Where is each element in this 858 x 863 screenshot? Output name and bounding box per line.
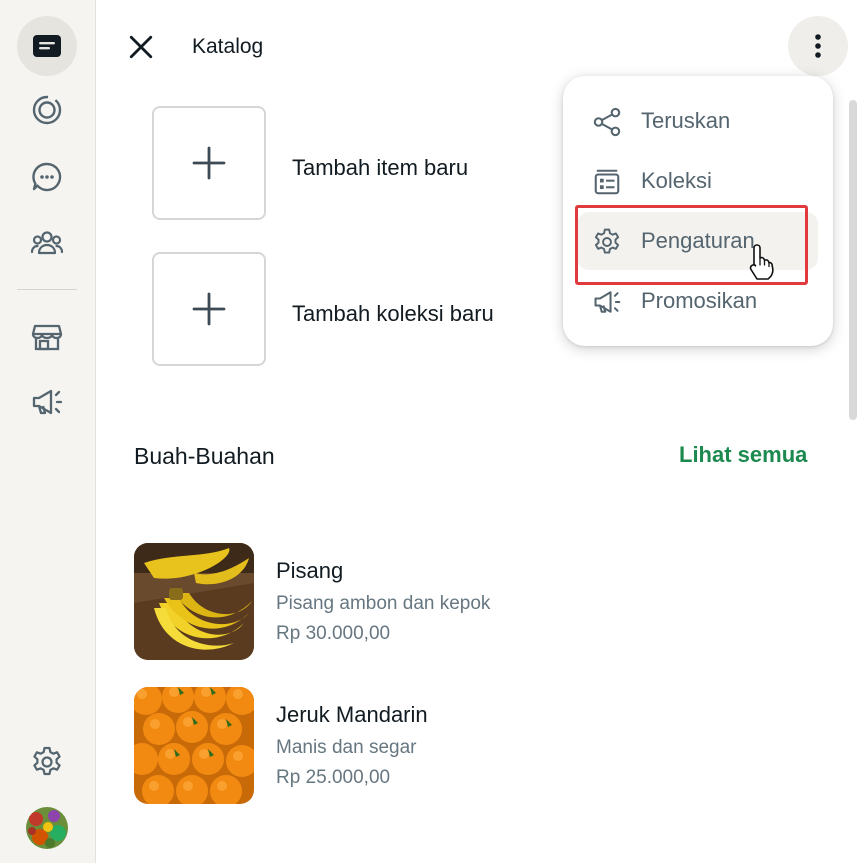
status-icon [32, 95, 62, 125]
chats-button[interactable] [17, 16, 77, 76]
see-all-link[interactable]: Lihat semua [679, 442, 807, 468]
more-options-button[interactable] [788, 16, 848, 76]
add-item-label[interactable]: Tambah item baru [292, 155, 468, 181]
status-button[interactable] [17, 80, 77, 140]
product-description: Manis dan segar [276, 737, 417, 758]
store-button[interactable] [17, 307, 77, 367]
product-name[interactable]: Pisang [276, 558, 343, 584]
close-button[interactable] [124, 30, 158, 64]
chats-icon [33, 35, 61, 57]
collection-title: Buah-Buahan [134, 443, 275, 469]
banana-image [134, 543, 254, 660]
channels-icon [32, 162, 62, 192]
add-item-button[interactable] [152, 106, 266, 220]
settings-icon [33, 746, 61, 776]
page-title: Katalog [192, 35, 264, 58]
scrollbar-thumb[interactable] [849, 100, 857, 420]
product-description: Pisang ambon dan kepok [276, 593, 491, 614]
product-image-banana[interactable] [134, 543, 254, 660]
store-icon [31, 324, 63, 351]
plus-icon [192, 146, 226, 180]
avatar-image [26, 807, 68, 849]
megaphone-icon [32, 389, 63, 415]
share-icon [591, 106, 623, 138]
more-vertical-icon [815, 34, 821, 58]
channels-button[interactable] [17, 147, 77, 207]
product-image-orange[interactable] [134, 687, 254, 804]
left-rail [0, 0, 96, 863]
product-price: Rp 25.000,00 [276, 767, 391, 788]
close-icon [129, 35, 153, 59]
plus-icon [192, 292, 226, 326]
product-price: Rp 30.000,00 [276, 623, 391, 644]
promote-button[interactable] [17, 372, 77, 432]
profile-avatar[interactable] [26, 807, 68, 849]
menu-item-forward[interactable]: Teruskan [577, 92, 818, 150]
add-collection-label[interactable]: Tambah koleksi baru [292, 301, 494, 327]
rail-divider [17, 289, 77, 290]
orange-image [134, 687, 254, 804]
menu-item-label: Teruskan [641, 108, 731, 133]
hand-cursor-icon [745, 244, 777, 280]
product-name[interactable]: Jeruk Mandarin [276, 702, 428, 728]
menu-item-label: Koleksi [641, 168, 712, 193]
collection-icon [591, 166, 623, 198]
communities-button[interactable] [17, 213, 77, 273]
add-collection-button[interactable] [152, 252, 266, 366]
megaphone-icon [591, 286, 623, 318]
menu-item-collection[interactable]: Koleksi [577, 152, 818, 210]
communities-icon [30, 231, 64, 255]
menu-item-label: Promosikan [641, 288, 758, 313]
settings-button[interactable] [17, 732, 77, 792]
